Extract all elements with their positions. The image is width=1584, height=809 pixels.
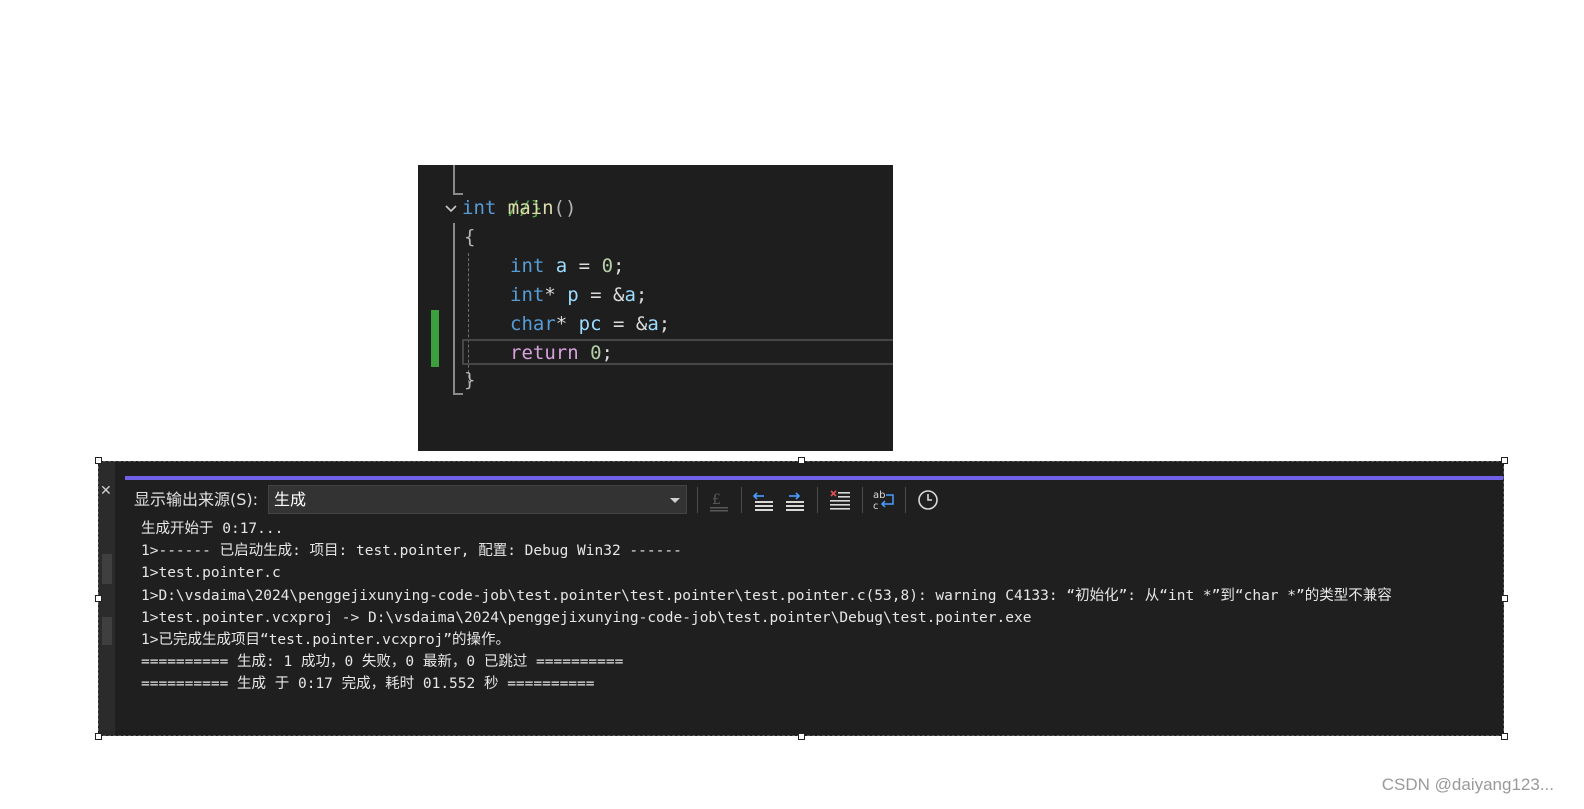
punctuation: ;: [658, 313, 671, 335]
toolbar-separator: [697, 487, 698, 513]
timestamp-icon[interactable]: [914, 486, 942, 514]
variable: a: [624, 284, 636, 306]
output-line: 1>------ 已启动生成: 项目: test.pointer, 配置: De…: [141, 543, 682, 560]
code-line[interactable]: return 0;: [510, 339, 613, 368]
output-source-value: 生成: [274, 490, 307, 509]
code-line[interactable]: int main(): [462, 194, 576, 223]
collapse-chevron-icon[interactable]: [444, 202, 458, 216]
output-log[interactable]: 生成开始于 0:17... 1>------ 已启动生成: 项目: test.p…: [141, 518, 1501, 696]
output-source-dropdown[interactable]: 生成: [268, 485, 687, 514]
next-message-icon[interactable]: [781, 486, 809, 514]
punctuation: ;: [601, 342, 613, 364]
code-line[interactable]: //}: [462, 165, 542, 219]
operator: = &: [601, 313, 648, 335]
punctuation: ;: [613, 255, 625, 277]
resize-handle[interactable]: [1501, 733, 1508, 740]
operator: = &: [578, 284, 625, 306]
toolbar-separator: [741, 487, 742, 513]
code-line[interactable]: {: [464, 223, 475, 252]
fold-guide: [453, 165, 455, 195]
output-toolbar: 显示输出来源(S): 生成 £ ab c: [125, 481, 1503, 518]
close-icon[interactable]: ✕: [100, 484, 112, 498]
output-line-warning[interactable]: 1>D:\vsdaima\2024\penggejixunying-code-j…: [141, 585, 1501, 607]
prev-message-icon[interactable]: [750, 486, 778, 514]
keyword: int: [510, 255, 545, 277]
code-line[interactable]: }: [464, 366, 475, 395]
variable: p: [567, 284, 579, 306]
output-line: ========== 生成 于 0:17 完成，耗时 01.552 秒 ====…: [141, 676, 595, 693]
side-tab[interactable]: [102, 617, 112, 645]
resize-handle[interactable]: [95, 457, 102, 464]
resize-handle[interactable]: [798, 457, 805, 464]
resize-handle[interactable]: [95, 595, 102, 602]
svg-text:c: c: [873, 501, 879, 512]
code-line[interactable]: int* p = &a;: [510, 281, 647, 310]
number-literal: 0: [601, 255, 614, 277]
keyword: char: [510, 313, 556, 335]
fold-guide: [453, 223, 455, 395]
change-marker: [431, 310, 439, 367]
toggle-word-wrap-icon[interactable]: ab c: [870, 486, 898, 514]
keyword: int: [462, 197, 497, 219]
punctuation: ;: [635, 284, 648, 306]
resize-handle[interactable]: [95, 733, 102, 740]
code-line[interactable]: char* pc = &a;: [510, 310, 670, 339]
output-source-label: 显示输出来源(S):: [134, 490, 259, 509]
variable: a: [555, 255, 568, 277]
output-line: 1>已完成生成项目“test.pointer.vcxproj”的操作。: [141, 631, 511, 648]
resize-handle[interactable]: [1501, 595, 1508, 602]
variable: pc: [578, 313, 602, 335]
watermark: CSDN @daiyang123...: [1381, 775, 1554, 794]
keyword: int: [510, 284, 545, 306]
punctuation: }: [464, 369, 476, 391]
code-line[interactable]: int a = 0;: [510, 252, 624, 281]
operator: *: [544, 284, 556, 306]
svg-text:ab: ab: [873, 490, 885, 501]
keyword: return: [510, 342, 579, 364]
svg-text:£: £: [712, 492, 721, 508]
resize-handle[interactable]: [798, 733, 805, 740]
output-line: 生成开始于 0:17...: [141, 521, 284, 537]
function-name: main: [507, 197, 554, 219]
code-editor[interactable]: //} int main() { int a = 0; int* p = &a;…: [418, 165, 893, 451]
toolbar-separator: [862, 487, 863, 513]
find-message-icon[interactable]: £: [706, 486, 734, 514]
clear-all-icon[interactable]: [826, 486, 854, 514]
output-line: 1>test.pointer.vcxproj -> D:\vsdaima\202…: [141, 609, 1032, 626]
fold-guide-end: [453, 393, 463, 395]
active-panel-accent: [125, 476, 1503, 480]
side-tab[interactable]: [102, 554, 112, 584]
resize-handle[interactable]: [1501, 457, 1508, 464]
operator: =: [567, 255, 602, 277]
punctuation: {: [464, 226, 476, 248]
output-line: ========== 生成: 1 成功，0 失败，0 最新，0 已跳过 ====…: [141, 654, 624, 671]
punctuation: (): [553, 197, 577, 219]
operator: *: [555, 313, 568, 335]
toolbar-separator: [817, 487, 818, 513]
variable: a: [647, 313, 659, 335]
output-line: 1>test.pointer.c: [141, 565, 281, 582]
number-literal: 0: [590, 342, 602, 364]
toolbar-separator: [905, 487, 906, 513]
chevron-down-icon: [670, 498, 680, 503]
